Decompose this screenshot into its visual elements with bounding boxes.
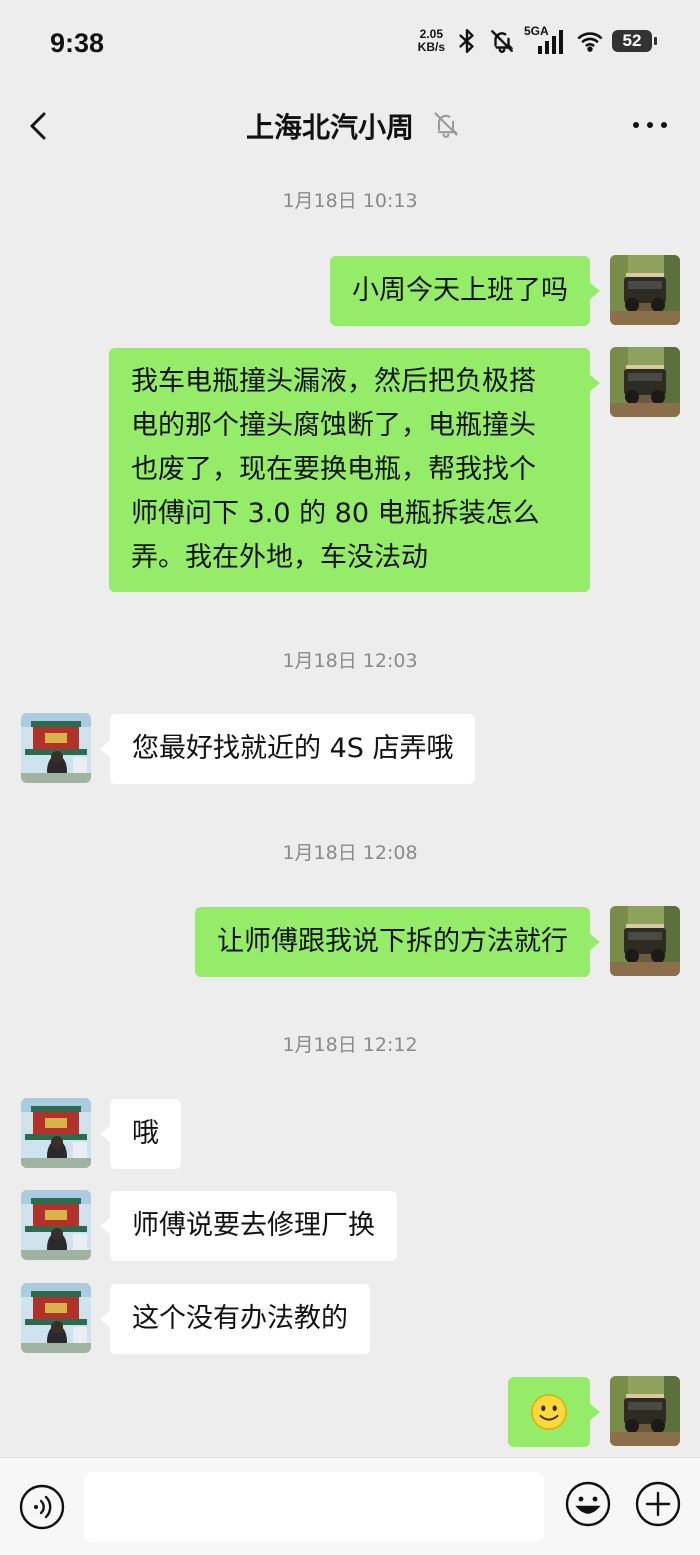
plus-icon[interactable] xyxy=(634,1480,682,1528)
contact-avatar[interactable] xyxy=(21,713,91,783)
message-text-line: 也废了，现在要换电瓶，帮我找个 xyxy=(131,454,536,485)
status-bar: 9:38 2.05 KB/s 5GA 52 xyxy=(0,0,700,88)
status-icons: 2.05 KB/s 5GA 52 xyxy=(418,24,657,56)
chat-title: 上海北汽小周 xyxy=(245,111,414,144)
battery-icon: 52 xyxy=(612,30,657,52)
signal-icon: 5GA xyxy=(524,24,568,56)
status-time: 9:38 xyxy=(50,28,105,58)
message-bubble-sent[interactable]: 我车电瓶撞头漏液，然后把负极搭 电的那个撞头腐蚀断了，电瓶撞头 也废了，现在要换… xyxy=(109,348,600,592)
bell-off-icon xyxy=(434,112,458,138)
message-text: 这个没有办法教的 xyxy=(132,1303,348,1334)
message-text-line: 我车电瓶撞头漏液，然后把负极搭 xyxy=(131,366,536,397)
contact-avatar[interactable] xyxy=(21,1283,91,1353)
my-avatar[interactable] xyxy=(610,347,680,417)
message-timestamp: 1月18日 12:08 xyxy=(282,842,418,864)
message-bubble-sent[interactable]: 让师傅跟我说下拆的方法就行 xyxy=(195,907,600,977)
message-text: 您最好找就近的 4S 店弄哦 xyxy=(132,733,454,764)
message-text: 哦 xyxy=(132,1118,159,1149)
input-bar xyxy=(0,1457,700,1555)
bluetooth-icon xyxy=(459,28,474,54)
message-text-line: 电的那个撞头腐蚀断了，电瓶撞头 xyxy=(131,410,536,441)
contact-avatar[interactable] xyxy=(21,1098,91,1168)
message-timestamp: 1月18日 10:13 xyxy=(282,190,418,212)
my-avatar[interactable] xyxy=(610,906,680,976)
message-bubble-received[interactable]: 这个没有办法教的 xyxy=(100,1284,370,1354)
message-bubble-sent[interactable] xyxy=(508,1377,600,1447)
emoji-icon[interactable] xyxy=(564,1480,612,1528)
message-bubble-received[interactable]: 哦 xyxy=(100,1099,181,1169)
voice-icon[interactable] xyxy=(18,1483,66,1531)
message-text: 师傅说要去修理厂换 xyxy=(132,1210,375,1241)
message-text: 让师傅跟我说下拆的方法就行 xyxy=(217,926,568,957)
wifi-icon xyxy=(577,32,603,52)
message-input[interactable] xyxy=(84,1472,544,1542)
contact-avatar[interactable] xyxy=(21,1190,91,1260)
message-timestamp: 1月18日 12:12 xyxy=(282,1034,418,1056)
message-bubble-received[interactable]: 您最好找就近的 4S 店弄哦 xyxy=(99,714,476,784)
message-text-line: 师傅问下 3.0 的 80 电瓶拆装怎么 xyxy=(131,498,540,529)
chat-header: 上海北汽小周 xyxy=(0,88,700,162)
more-horizontal-icon[interactable] xyxy=(630,110,670,140)
mute-bell-icon xyxy=(491,30,514,53)
message-bubble-received[interactable]: 师傅说要去修理厂换 xyxy=(100,1191,397,1261)
network-speed-unit: KB/s xyxy=(417,40,445,54)
message-text-line: 弄。我在外地，车没法动 xyxy=(131,542,428,573)
message-text: 小周今天上班了吗 xyxy=(352,275,568,306)
network-speed: 2.05 KB/s xyxy=(418,28,445,54)
smile-emoji-icon xyxy=(531,1394,567,1430)
message-timestamp: 1月18日 12:03 xyxy=(282,650,418,672)
my-avatar[interactable] xyxy=(610,255,680,325)
my-avatar[interactable] xyxy=(610,1376,680,1446)
message-bubble-sent[interactable]: 小周今天上班了吗 xyxy=(330,256,600,326)
